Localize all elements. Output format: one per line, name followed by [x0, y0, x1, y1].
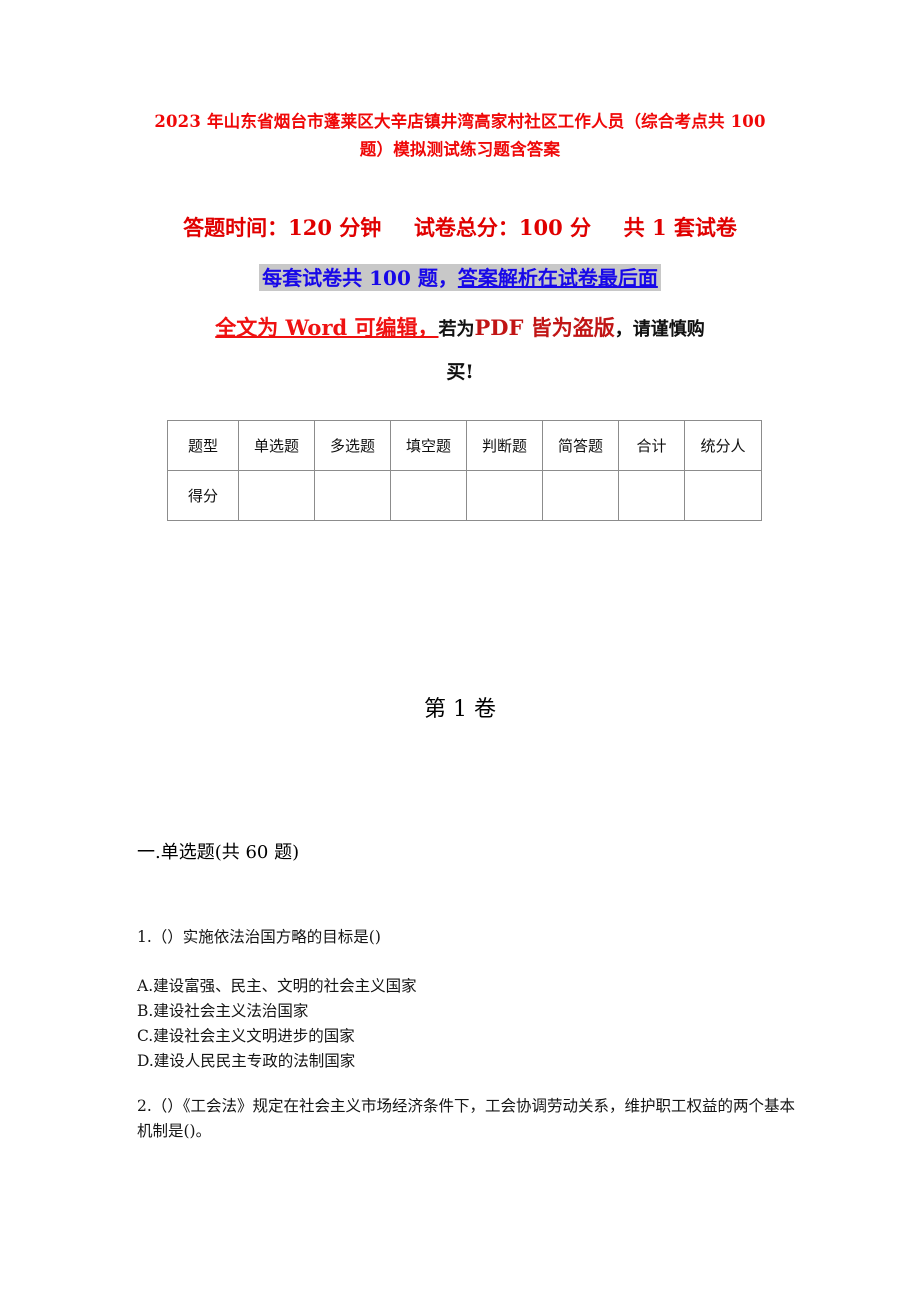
table-header-cell: 单选题 — [238, 420, 315, 471]
section-heading-single-choice: 一.单选题(共 60 题) — [137, 842, 300, 863]
table-row: 得分 — [167, 470, 762, 521]
format-warning-note: 全文为 Word 可编辑，若为PDF 皆为盗版，请谨慎购 — [150, 311, 770, 347]
format-warning-note-continued: 买! — [446, 361, 474, 383]
question-options: A.建设富强、民主、文明的社会主义国家 B.建设社会主义法治国家 C.建设社会主… — [137, 974, 797, 1074]
if-text: 若为 — [438, 319, 475, 340]
table-header-cell: 判断题 — [466, 420, 543, 471]
word-editable-text: 全文为 Word 可编辑， — [215, 315, 439, 340]
score-cell[interactable] — [542, 470, 619, 521]
table-header-cell: 统分人 — [684, 420, 762, 471]
option-b[interactable]: B.建设社会主义法治国家 — [137, 999, 797, 1024]
option-a[interactable]: A.建设富强、民主、文明的社会主义国家 — [137, 974, 797, 999]
question-stem: 1.（）实施依法治国方略的目标是() — [137, 928, 381, 946]
question-stem: 2.（）《工会法》规定在社会主义市场经济条件下，工会协调劳动关系，维护职工权益的… — [137, 1097, 796, 1140]
exam-info-line: 答题时间：120 分钟 试卷总分：100 分 共 1 套试卷 — [150, 213, 770, 243]
answer-analysis-link-text[interactable]: 答案解析在试卷最后面 — [458, 266, 658, 290]
score-cell[interactable] — [466, 470, 543, 521]
score-cell[interactable] — [684, 470, 762, 521]
score-cell[interactable] — [390, 470, 467, 521]
score-cell[interactable] — [314, 470, 391, 521]
document-title: 2023 年山东省烟台市蓬莱区大辛店镇井湾高家村社区工作人员（综合考点共 100… — [154, 112, 766, 159]
caution-text: ，请谨慎购 — [614, 319, 705, 340]
volume-heading: 第 1 卷 — [424, 697, 496, 722]
row-label-score: 得分 — [167, 470, 239, 521]
table-header-cell: 合计 — [618, 420, 685, 471]
paper-count-label: 共 1 套试卷 — [623, 215, 737, 240]
table-header-cell: 填空题 — [390, 420, 467, 471]
score-table: 题型 单选题 多选题 填空题 判断题 简答题 合计 统分人 得分 — [167, 420, 762, 521]
document-page: 2023 年山东省烟台市蓬莱区大辛店镇井湾高家村社区工作人员（综合考点共 100… — [0, 0, 920, 1302]
score-cell[interactable] — [618, 470, 685, 521]
answer-time-label: 答题时间：120 分钟 — [183, 215, 382, 240]
option-c[interactable]: C.建设社会主义文明进步的国家 — [137, 1024, 797, 1049]
pdf-piracy-text: PDF 皆为盗版 — [474, 315, 615, 340]
table-header-cell: 多选题 — [314, 420, 391, 471]
option-d[interactable]: D.建设人民民主专政的法制国家 — [137, 1049, 797, 1074]
table-header-cell: 题型 — [167, 420, 239, 471]
score-cell[interactable] — [238, 470, 315, 521]
table-row-headers: 题型 单选题 多选题 填空题 判断题 简答题 合计 统分人 — [167, 420, 762, 471]
question-count-text: 每套试卷共 100 题， — [262, 266, 458, 290]
answer-location-note: 每套试卷共 100 题，答案解析在试卷最后面 — [150, 264, 770, 292]
table-header-cell: 简答题 — [542, 420, 619, 471]
highlighted-note: 每套试卷共 100 题，答案解析在试卷最后面 — [259, 264, 661, 291]
total-score-label: 试卷总分：100 分 — [413, 215, 592, 240]
